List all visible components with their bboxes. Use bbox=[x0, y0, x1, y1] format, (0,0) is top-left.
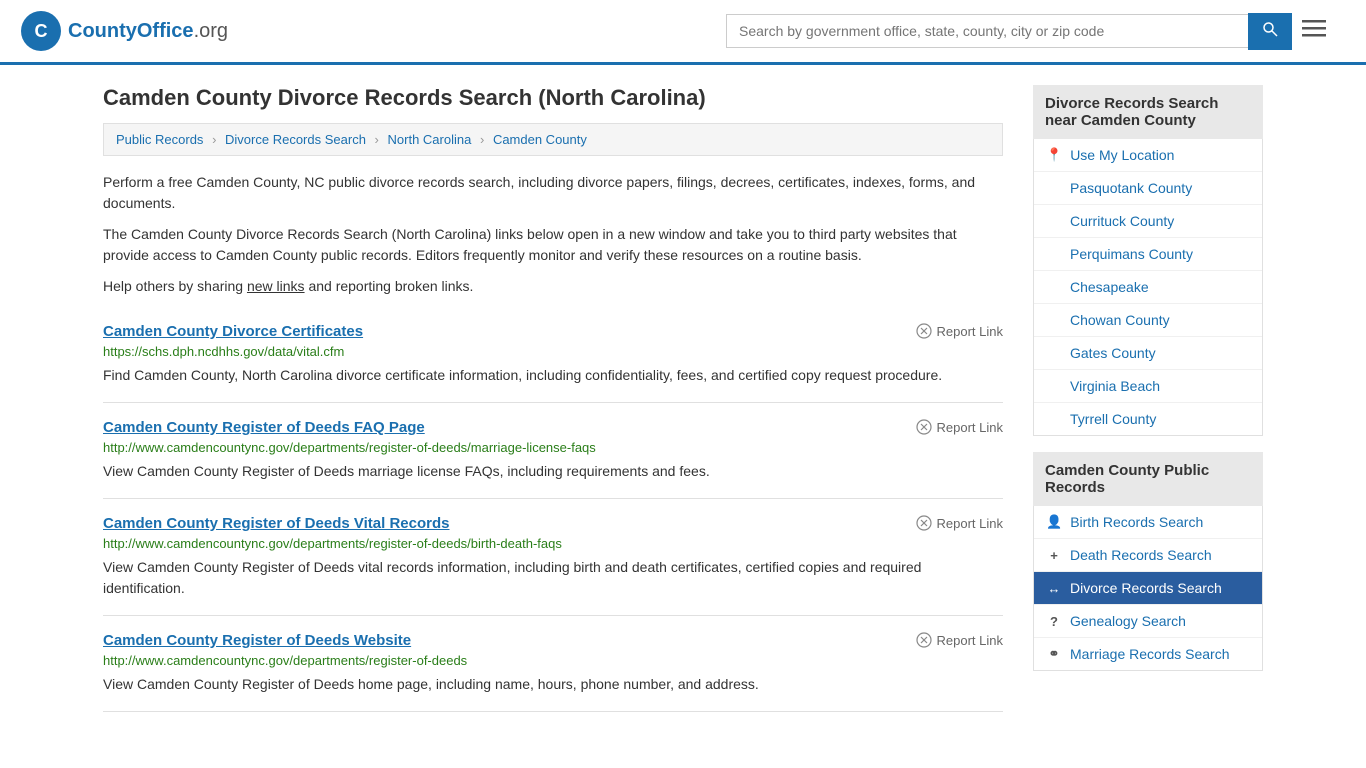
result-item: Camden County Register of Deeds Website … bbox=[103, 616, 1003, 712]
sidebar-nearby-label: Chowan County bbox=[1070, 312, 1170, 328]
result-desc: View Camden County Register of Deeds mar… bbox=[103, 461, 1003, 482]
hamburger-icon bbox=[1302, 20, 1326, 38]
result-title[interactable]: Camden County Register of Deeds Website bbox=[103, 632, 411, 649]
result-item: Camden County Divorce Certificates Repor… bbox=[103, 307, 1003, 403]
header: C CountyOffice.org bbox=[0, 0, 1366, 65]
sidebar-records-label: Genealogy Search bbox=[1070, 613, 1186, 629]
breadcrumb: Public Records › Divorce Records Search … bbox=[103, 123, 1003, 156]
search-input[interactable] bbox=[726, 14, 1248, 48]
breadcrumb-divorce-records-search[interactable]: Divorce Records Search bbox=[225, 132, 366, 147]
genealogy-icon: ? bbox=[1046, 614, 1062, 629]
sidebar-records-label: Death Records Search bbox=[1070, 547, 1212, 563]
result-title[interactable]: Camden County Divorce Certificates bbox=[103, 323, 363, 340]
result-url[interactable]: http://www.camdencountync.gov/department… bbox=[103, 440, 1003, 455]
page-title: Camden County Divorce Records Search (No… bbox=[103, 85, 1003, 111]
report-link[interactable]: Report Link bbox=[916, 323, 1003, 339]
desc-para-3: Help others by sharing new links and rep… bbox=[103, 276, 1003, 297]
sidebar-records-label: Marriage Records Search bbox=[1070, 646, 1230, 662]
report-link[interactable]: Report Link bbox=[916, 419, 1003, 435]
sidebar-records-item[interactable]: ? Genealogy Search bbox=[1034, 605, 1262, 638]
logo-area: C CountyOffice.org bbox=[20, 10, 228, 52]
result-header: Camden County Register of Deeds FAQ Page… bbox=[103, 419, 1003, 436]
public-records-header: Camden County Public Records bbox=[1033, 452, 1263, 506]
menu-icon[interactable] bbox=[1302, 18, 1326, 44]
sidebar-records-item[interactable]: ↔ Divorce Records Search bbox=[1034, 572, 1262, 605]
sidebar-nearby-item[interactable]: Virginia Beach bbox=[1034, 370, 1262, 403]
result-url[interactable]: http://www.camdencountync.gov/department… bbox=[103, 653, 1003, 668]
report-icon bbox=[916, 419, 932, 435]
result-desc: View Camden County Register of Deeds vit… bbox=[103, 557, 1003, 599]
birth-icon: 👤 bbox=[1046, 514, 1062, 530]
sidebar-nearby-item[interactable]: Chesapeake bbox=[1034, 271, 1262, 304]
death-icon: + bbox=[1046, 548, 1062, 563]
sidebar-nearby-item[interactable]: Pasquotank County bbox=[1034, 172, 1262, 205]
breadcrumb-camden-county[interactable]: Camden County bbox=[493, 132, 587, 147]
sidebar-nearby-label: Chesapeake bbox=[1070, 279, 1149, 295]
nearby-links: 📍 Use My Location Pasquotank County Curritu… bbox=[1033, 139, 1263, 436]
divorce-icon: ↔ bbox=[1046, 581, 1062, 596]
svg-text:C: C bbox=[35, 21, 48, 41]
sidebar-records-item[interactable]: 👤 Birth Records Search bbox=[1034, 506, 1262, 539]
result-desc: Find Camden County, North Carolina divor… bbox=[103, 365, 1003, 386]
sidebar-records-item[interactable]: + Death Records Search bbox=[1034, 539, 1262, 572]
marriage-icon: ⚭ bbox=[1046, 646, 1062, 662]
sidebar-nearby-item[interactable]: Chowan County bbox=[1034, 304, 1262, 337]
result-item: Camden County Register of Deeds FAQ Page… bbox=[103, 403, 1003, 499]
desc-para-3-after: and reporting broken links. bbox=[305, 278, 474, 294]
sidebar-records-label: Divorce Records Search bbox=[1070, 580, 1222, 596]
sidebar-nearby-label: Use My Location bbox=[1070, 147, 1174, 163]
report-icon bbox=[916, 323, 932, 339]
sidebar-nearby-item[interactable]: Currituck County bbox=[1034, 205, 1262, 238]
sidebar-nearby-item[interactable]: Tyrrell County bbox=[1034, 403, 1262, 435]
report-icon bbox=[916, 632, 932, 648]
report-icon bbox=[916, 515, 932, 531]
sidebar-nearby-label: Currituck County bbox=[1070, 213, 1174, 229]
sidebar-nearby-item[interactable]: Perquimans County bbox=[1034, 238, 1262, 271]
main-container: Camden County Divorce Records Search (No… bbox=[83, 65, 1283, 732]
breadcrumb-sep-3: › bbox=[480, 132, 484, 147]
result-url[interactable]: http://www.camdencountync.gov/department… bbox=[103, 536, 1003, 551]
sidebar-records-label: Birth Records Search bbox=[1070, 514, 1203, 530]
result-header: Camden County Divorce Certificates Repor… bbox=[103, 323, 1003, 340]
sidebar-records-item[interactable]: ⚭ Marriage Records Search bbox=[1034, 638, 1262, 670]
nearby-header: Divorce Records Search near Camden Count… bbox=[1033, 85, 1263, 139]
result-header: Camden County Register of Deeds Website … bbox=[103, 632, 1003, 649]
logo-icon: C bbox=[20, 10, 62, 52]
sidebar-nearby-label: Tyrrell County bbox=[1070, 411, 1156, 427]
report-link[interactable]: Report Link bbox=[916, 632, 1003, 648]
search-button[interactable] bbox=[1248, 13, 1292, 50]
desc-para-3-before: Help others by sharing bbox=[103, 278, 247, 294]
breadcrumb-sep-2: › bbox=[375, 132, 379, 147]
new-links-link[interactable]: new links bbox=[247, 278, 305, 294]
breadcrumb-sep-1: › bbox=[212, 132, 216, 147]
desc-para-2: The Camden County Divorce Records Search… bbox=[103, 224, 1003, 266]
public-records-links: 👤 Birth Records Search + Death Records S… bbox=[1033, 506, 1263, 671]
location-icon: 📍 bbox=[1046, 147, 1062, 163]
result-header: Camden County Register of Deeds Vital Re… bbox=[103, 515, 1003, 532]
sidebar-nearby-label: Virginia Beach bbox=[1070, 378, 1160, 394]
breadcrumb-public-records[interactable]: Public Records bbox=[116, 132, 203, 147]
content: Camden County Divorce Records Search (No… bbox=[103, 85, 1003, 712]
result-desc: View Camden County Register of Deeds hom… bbox=[103, 674, 1003, 695]
sidebar-nearby-item[interactable]: Gates County bbox=[1034, 337, 1262, 370]
breadcrumb-north-carolina[interactable]: North Carolina bbox=[388, 132, 472, 147]
desc-para-1: Perform a free Camden County, NC public … bbox=[103, 172, 1003, 214]
sidebar-nearby-label: Perquimans County bbox=[1070, 246, 1193, 262]
search-icon bbox=[1262, 21, 1278, 37]
logo-text: CountyOffice.org bbox=[68, 20, 228, 43]
sidebar-nearby-item[interactable]: 📍 Use My Location bbox=[1034, 139, 1262, 172]
results: Camden County Divorce Certificates Repor… bbox=[103, 307, 1003, 712]
report-link[interactable]: Report Link bbox=[916, 515, 1003, 531]
sidebar: Divorce Records Search near Camden Count… bbox=[1033, 85, 1263, 712]
result-title[interactable]: Camden County Register of Deeds FAQ Page bbox=[103, 419, 425, 436]
description: Perform a free Camden County, NC public … bbox=[103, 172, 1003, 297]
sidebar-nearby-label: Gates County bbox=[1070, 345, 1156, 361]
search-bar bbox=[726, 13, 1326, 50]
result-title[interactable]: Camden County Register of Deeds Vital Re… bbox=[103, 515, 449, 532]
result-url[interactable]: https://schs.dph.ncdhhs.gov/data/vital.c… bbox=[103, 344, 1003, 359]
sidebar-nearby-label: Pasquotank County bbox=[1070, 180, 1192, 196]
result-item: Camden County Register of Deeds Vital Re… bbox=[103, 499, 1003, 616]
